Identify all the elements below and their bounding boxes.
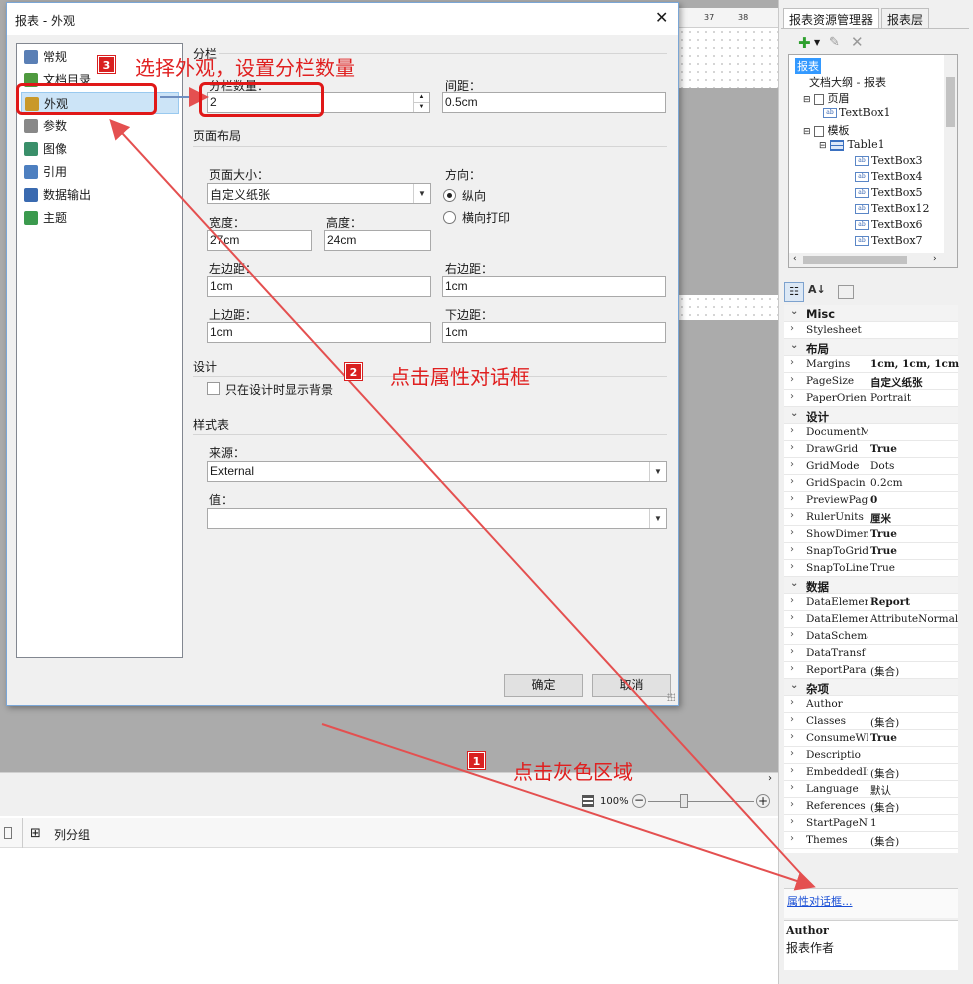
arrow-step2 bbox=[109, 119, 813, 887]
step1-text: 点击灰色区域 bbox=[513, 760, 633, 784]
highlight-columns-input bbox=[199, 82, 324, 117]
step2-text: 点击属性对话框 bbox=[390, 365, 530, 389]
annotation-arrows bbox=[109, 87, 816, 891]
step2-badge: 2 bbox=[345, 363, 362, 380]
highlight-appearance-nav bbox=[16, 83, 157, 115]
step3-text: 选择外观，设置分栏数量 bbox=[135, 56, 355, 80]
step3-badge: 3 bbox=[98, 56, 115, 73]
step1-badge: 1 bbox=[468, 752, 485, 769]
